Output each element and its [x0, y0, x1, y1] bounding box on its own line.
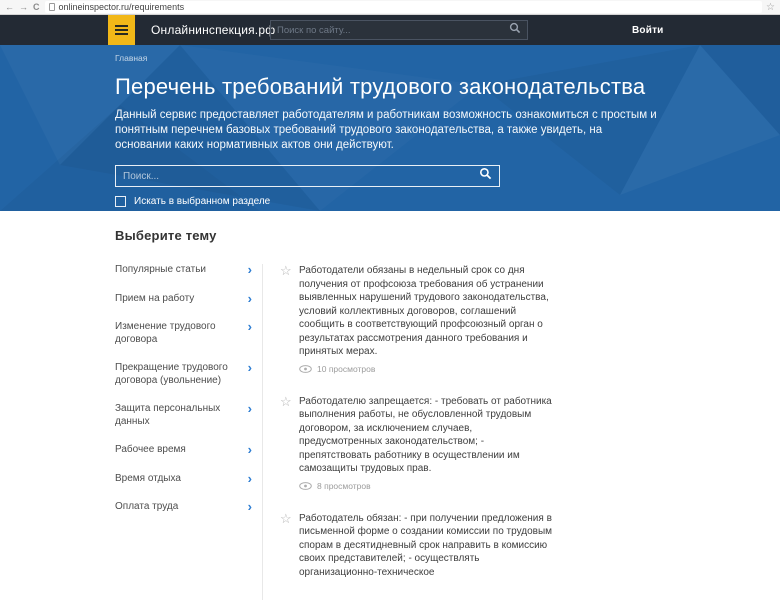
hamburger-menu-button[interactable] [108, 15, 135, 45]
site-title[interactable]: Онлайнинспекция.рф [151, 23, 275, 37]
hero-search-input[interactable] [123, 171, 479, 182]
views-count: 8 просмотров [317, 481, 371, 491]
sidebar-item-popular-articles[interactable]: Популярные статьи › [115, 264, 252, 277]
requirement-text[interactable]: Работодатель обязан: - при получении пре… [299, 512, 557, 580]
chevron-right-icon: › [248, 264, 252, 275]
choose-topic-heading: Выберите тему [115, 228, 780, 243]
search-icon[interactable] [479, 167, 492, 185]
breadcrumb[interactable]: Главная [115, 53, 660, 63]
requirement-item: ☆ Работодатели обязаны в недельный срок … [280, 264, 562, 374]
chevron-right-icon: › [248, 362, 252, 373]
content-area: Выберите тему Популярные статьи › Прием … [0, 211, 780, 600]
sidebar-item-contract-termination[interactable]: Прекращение трудового договора (увольнен… [115, 362, 252, 387]
sidebar-item-hiring[interactable]: Прием на работу › [115, 293, 252, 306]
checkbox[interactable] [115, 196, 126, 207]
chevron-right-icon: › [248, 321, 252, 332]
favorite-star-icon[interactable]: ☆ [280, 395, 299, 491]
views-counter: 8 просмотров [299, 481, 557, 491]
chevron-right-icon: › [248, 473, 252, 484]
requirement-text[interactable]: Работодатели обязаны в недельный срок со… [299, 264, 557, 359]
chevron-right-icon: › [248, 444, 252, 455]
back-icon[interactable]: ← [5, 3, 14, 12]
sidebar-item-salary[interactable]: Оплата труда › [115, 501, 252, 514]
browser-chrome: ← → C onlineinspector.ru/requirements ☆ [0, 0, 780, 15]
checkbox-label: Искать в выбранном разделе [134, 196, 270, 207]
page-title: Перечень требований трудового законодате… [115, 74, 660, 100]
views-count: 10 просмотров [317, 364, 375, 374]
login-button[interactable]: Войти [632, 15, 664, 45]
search-in-section-checkbox-row[interactable]: Искать в выбранном разделе [115, 196, 660, 207]
page-description: Данный сервис предоставляет работодателя… [115, 108, 660, 153]
requirement-item: ☆ Работодатель обязан: - при получении п… [280, 512, 562, 580]
hero-search-box [115, 165, 500, 187]
page-icon [49, 3, 55, 11]
requirement-item: ☆ Работодателю запрещается: - требовать … [280, 395, 562, 491]
requirement-text[interactable]: Работодателю запрещается: - требовать от… [299, 395, 557, 476]
url-bar[interactable]: onlineinspector.ru/requirements [45, 1, 763, 13]
header-search-box [270, 20, 528, 40]
sidebar-item-personal-data[interactable]: Защита персональных данных › [115, 403, 252, 428]
hero-section: Главная Перечень требований трудового за… [0, 45, 780, 211]
sidebar-item-rest-time[interactable]: Время отдыха › [115, 473, 252, 486]
eye-icon [299, 365, 312, 373]
bookmark-star-icon[interactable]: ☆ [766, 2, 775, 13]
favorite-star-icon[interactable]: ☆ [280, 512, 299, 580]
chevron-right-icon: › [248, 501, 252, 512]
sidebar-item-contract-change[interactable]: Изменение трудового договора › [115, 321, 252, 346]
site-header: Онлайнинспекция.рф Войти [0, 15, 780, 45]
refresh-icon[interactable]: C [33, 3, 40, 12]
views-counter: 10 просмотров [299, 364, 557, 374]
forward-icon[interactable]: → [19, 3, 28, 12]
url-text[interactable]: onlineinspector.ru/requirements [59, 2, 185, 12]
requirements-list: ☆ Работодатели обязаны в недельный срок … [262, 264, 562, 600]
search-icon[interactable] [509, 21, 521, 39]
sidebar-item-working-time[interactable]: Рабочее время › [115, 444, 252, 457]
favorite-star-icon[interactable]: ☆ [280, 264, 299, 374]
eye-icon [299, 482, 312, 490]
header-search-input[interactable] [277, 25, 509, 36]
chevron-right-icon: › [248, 403, 252, 414]
topic-sidebar: Популярные статьи › Прием на работу › Из… [115, 264, 262, 600]
chevron-right-icon: › [248, 293, 252, 304]
